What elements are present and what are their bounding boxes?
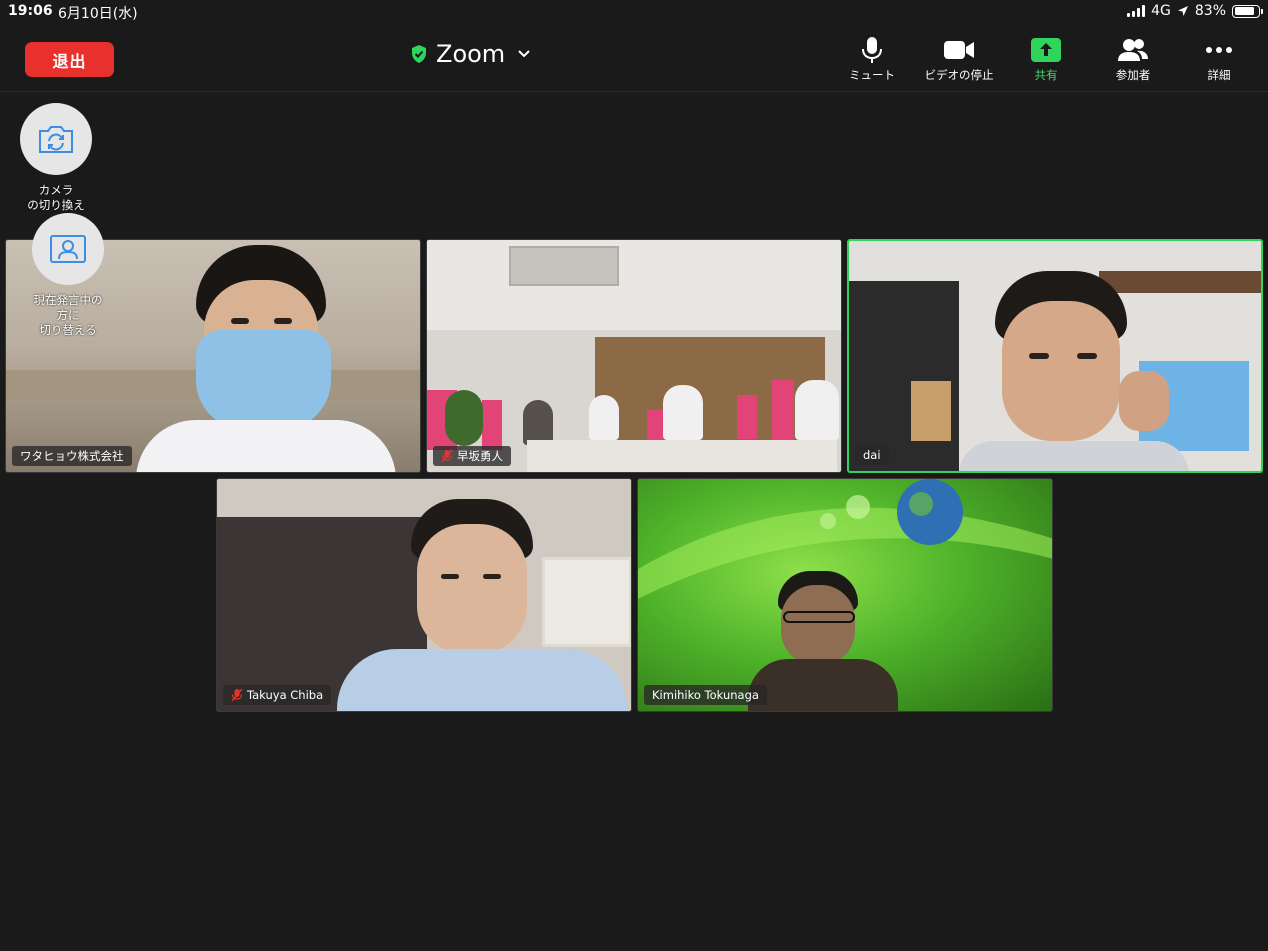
seated-person [795,380,839,440]
active-speaker-label: 現在発言中の 方に 切り替える [33,293,103,337]
stop-video-label: ビデオの停止 [924,68,994,82]
active-speaker-circle [32,213,104,285]
seated-person [589,395,619,440]
participants-icon [1118,39,1148,61]
shirt [337,649,627,711]
more-label: 詳細 [1207,68,1231,82]
battery-percent: 83% [1194,3,1226,19]
participant-name-tag: 早坂勇人 [433,446,511,466]
network-type: 4G [1151,3,1171,19]
plant [445,390,483,446]
seated-person [523,400,553,445]
video-tile[interactable]: 早坂勇人 [426,239,842,473]
air-vent [509,246,619,286]
bag [737,395,757,439]
table [527,440,837,472]
more-button[interactable]: 詳細 [1174,36,1264,83]
status-date: 6月10日(水) [58,6,138,22]
participant-name: 早坂勇人 [457,449,503,463]
participant-name-tag: ワタヒョウ株式会社 [12,446,132,466]
participant-video [186,245,336,430]
participant-video [407,499,537,659]
battery-icon [1232,4,1263,18]
shirt [748,659,898,711]
ceiling [427,240,841,330]
status-right: 4G 83% [1127,3,1263,19]
leave-button[interactable]: 退出 [25,42,114,77]
share-arrow-icon [1031,38,1061,62]
participants-button[interactable]: 参加者 [1088,36,1178,83]
camera-switch-icon [39,126,73,153]
bag-shelf [849,281,959,471]
wall-picture [542,557,631,647]
participant-name-tag: Takuya Chiba [223,685,332,705]
video-tile[interactable]: Kimihiko Tokunaga [637,478,1053,712]
status-bar: 19:06 6月10日(水) 4G 83% [0,0,1268,24]
shield-check-icon [412,45,426,63]
participant-name-tag: Kimihiko Tokunaga [644,685,767,705]
signal-icon [1127,5,1146,17]
share-label: 共有 [1034,68,1058,82]
bag [772,380,794,440]
mute-button[interactable]: ミュート [827,36,917,83]
meeting-title[interactable]: Zoom [410,40,531,68]
hand [1119,371,1169,431]
video-tile-active[interactable]: dai [847,239,1263,473]
participant-name: Takuya Chiba [247,688,324,702]
active-speaker-button[interactable]: 現在発言中の 方に 切り替える [13,213,123,338]
bag [482,400,502,450]
location-arrow-icon [1177,6,1188,16]
box [911,381,951,441]
participant-name: dai [863,448,881,462]
video-camera-icon [944,41,974,59]
switch-camera-circle [20,103,92,175]
microphone-icon [862,37,882,63]
switch-camera-label: カメラ の切り換え [27,183,85,212]
muted-mic-icon [231,688,243,702]
seated-person [663,385,703,440]
video-tile[interactable]: Takuya Chiba [216,478,632,712]
mute-label: ミュート [849,68,895,82]
stop-video-button[interactable]: ビデオの停止 [914,36,1004,83]
speaker-view-icon [50,235,86,263]
more-icon [1206,47,1232,53]
participant-name-tag: dai [855,445,889,465]
title-text: Zoom [436,40,506,68]
meeting-toolbar: 退出 Zoom ミュート ビデオの停止 共有 参加者 詳細 [0,24,1268,92]
share-button[interactable]: 共有 [1001,36,1091,83]
shirt [959,441,1189,471]
shirt [136,420,396,472]
participants-label: 参加者 [1115,68,1151,82]
switch-camera-button[interactable]: カメラ の切り換え [1,103,111,213]
muted-mic-icon [441,449,453,463]
status-time: 19:06 [8,3,53,19]
participant-name: Kimihiko Tokunaga [652,688,759,702]
participant-name: ワタヒョウ株式会社 [20,449,124,463]
chevron-down-icon [518,50,530,58]
